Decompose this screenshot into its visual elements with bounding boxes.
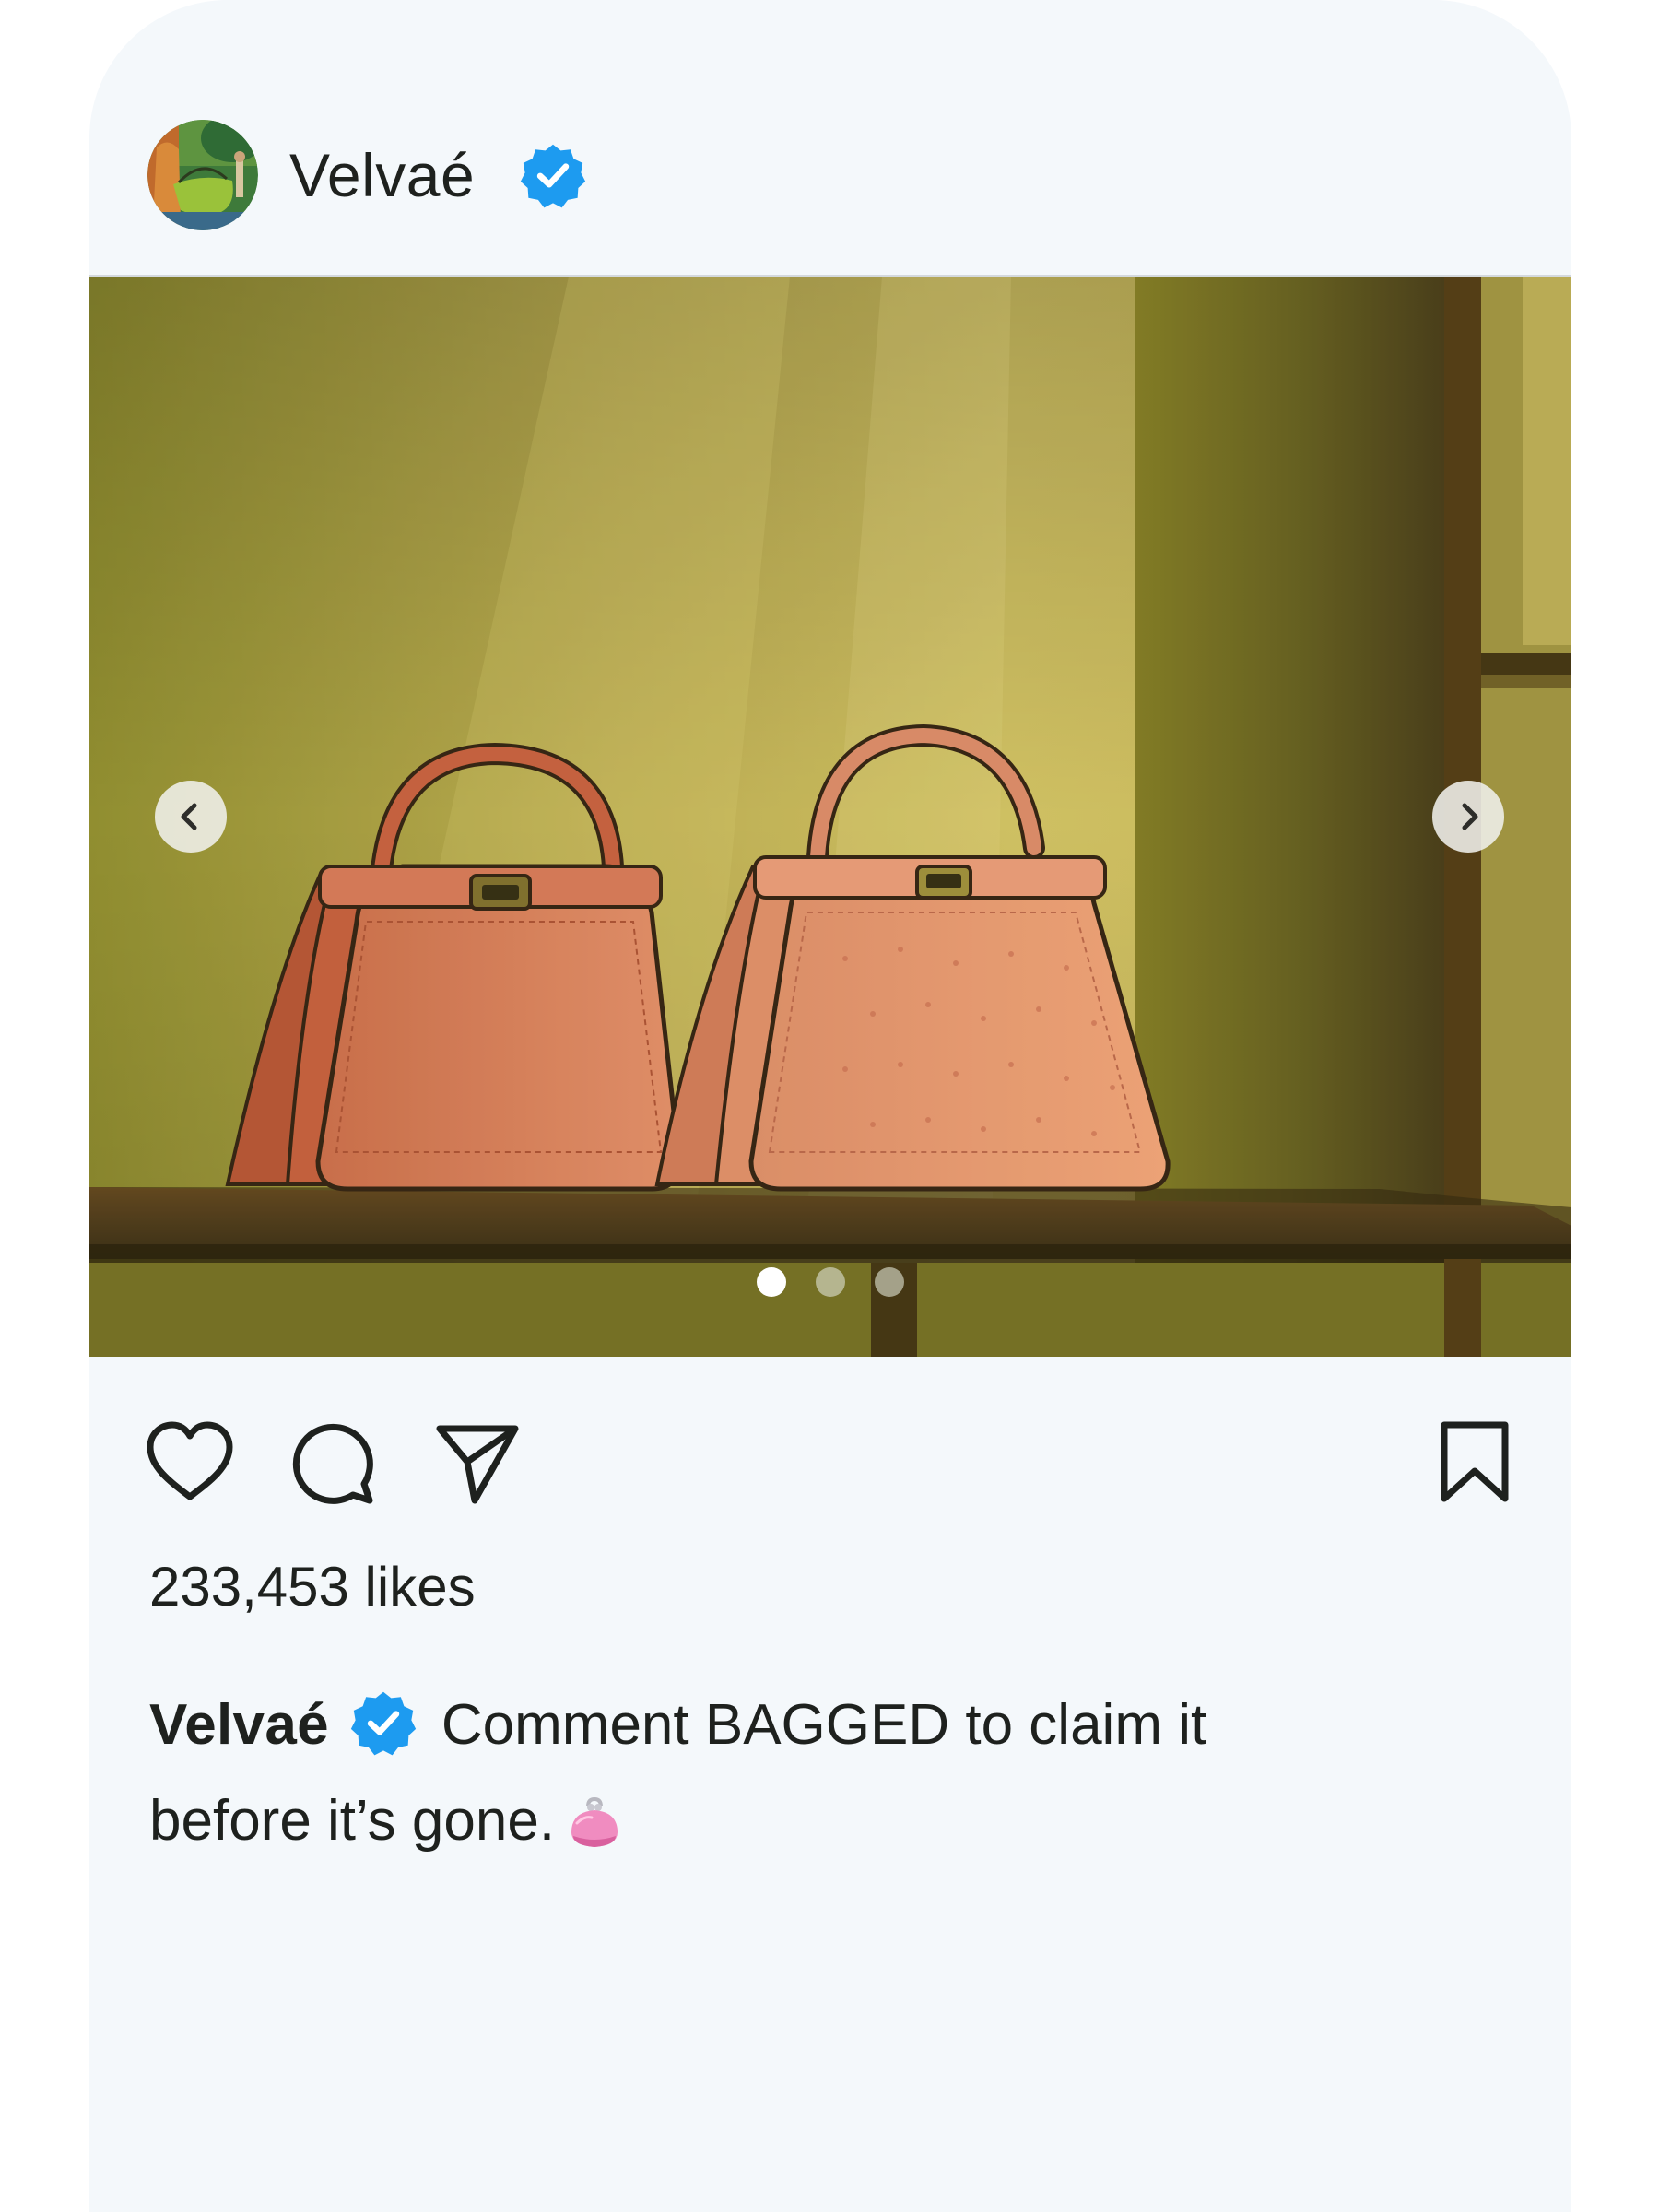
- likes-count[interactable]: 233,453 likes: [149, 1554, 476, 1620]
- post-image[interactable]: [89, 276, 1571, 1357]
- comment-button[interactable]: [288, 1419, 377, 1508]
- verified-badge-icon: [349, 1688, 418, 1757]
- chevron-left-icon: [181, 803, 197, 830]
- verified-badge-icon: [519, 141, 587, 209]
- carousel-prev-button[interactable]: [155, 781, 227, 853]
- post-card: Velvaé 233,453 likes Velvaé Comment BAGG…: [89, 0, 1571, 2212]
- like-button[interactable]: [145, 1419, 235, 1504]
- caption-username[interactable]: Velvaé: [149, 1693, 329, 1757]
- save-button[interactable]: [1435, 1419, 1514, 1504]
- handbag-photo: [89, 276, 1571, 1357]
- avatar[interactable]: [147, 120, 258, 230]
- carousel-dot-3[interactable]: [875, 1267, 904, 1297]
- purse-icon: [564, 1795, 625, 1851]
- carousel-next-button[interactable]: [1432, 781, 1504, 853]
- caption-text-line2: before it’s gone.: [149, 1789, 556, 1853]
- chevron-right-icon: [1462, 803, 1478, 830]
- comment-bubble-icon: [292, 1423, 373, 1504]
- post-header: Velvaé: [89, 0, 1571, 276]
- bookmark-icon: [1441, 1421, 1509, 1502]
- heart-icon: [147, 1421, 233, 1500]
- caption-text-line1: Comment BAGGED to claim it: [441, 1693, 1207, 1757]
- carousel-dot-1[interactable]: [757, 1267, 786, 1297]
- paper-plane-icon: [436, 1425, 519, 1504]
- header-username[interactable]: Velvaé: [289, 138, 475, 212]
- share-button[interactable]: [432, 1419, 521, 1508]
- post-caption: Velvaé Comment BAGGED to claim it before…: [149, 1677, 1495, 1869]
- carousel-dot-2[interactable]: [816, 1267, 845, 1297]
